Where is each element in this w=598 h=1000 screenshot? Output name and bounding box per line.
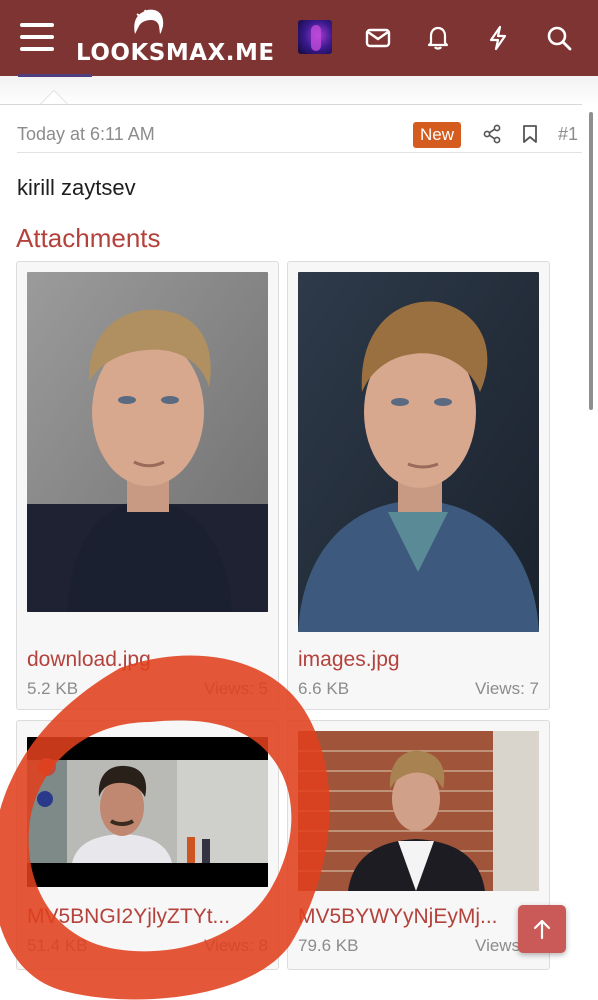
attachment-size: 6.6 KB	[298, 679, 350, 698]
post-body: kirill zaytsev	[17, 175, 136, 200]
share-icon[interactable]	[480, 122, 504, 146]
attachment-thumbnail[interactable]	[27, 272, 268, 612]
scrollbar[interactable]	[589, 112, 593, 410]
post-number[interactable]: #1	[558, 124, 578, 145]
site-name: LOOKSMAX.ME	[76, 40, 275, 66]
attachment-item[interactable]: download.jpg 5.2 KB Views: 5	[16, 261, 279, 710]
attachment-thumbnail[interactable]	[27, 737, 268, 887]
attachment-views: Views: 7	[475, 679, 539, 698]
attachment-item[interactable]: MV5BNGI2YjlyZTYt... 51.4 KB Views: 8	[16, 720, 279, 970]
attachment-thumbnail[interactable]	[298, 272, 539, 632]
attachment-size: 51.4 KB	[27, 936, 88, 955]
header-shadow	[0, 76, 598, 106]
user-banner-line	[18, 74, 92, 77]
logo-hair-icon	[134, 9, 164, 34]
attachment-item[interactable]: MV5BYWYyNjEyMj... 79.6 KB Views: 8	[287, 720, 550, 970]
post-divider	[0, 104, 582, 105]
attachments-heading: Attachments	[16, 223, 161, 253]
attachment-name[interactable]: MV5BNGI2YjlyZTYt...	[27, 905, 270, 929]
attachment-name[interactable]: images.jpg	[298, 648, 541, 672]
message-pointer	[40, 90, 68, 104]
attachment-thumbnail[interactable]	[298, 731, 539, 891]
attachment-item[interactable]: images.jpg 6.6 KB Views: 7	[287, 261, 550, 710]
bell-icon[interactable]	[420, 20, 456, 56]
avatar[interactable]	[298, 20, 332, 54]
menu-icon[interactable]	[20, 23, 54, 53]
scroll-to-top-button[interactable]	[518, 905, 566, 953]
bolt-icon[interactable]	[480, 20, 516, 56]
mail-icon[interactable]	[360, 20, 396, 56]
attachment-views: Views: 5	[204, 679, 268, 698]
site-logo[interactable]: LOOKSMAX.ME	[76, 8, 274, 68]
meta-divider	[17, 152, 582, 153]
attachment-size: 79.6 KB	[298, 936, 359, 955]
app-header: LOOKSMAX.ME	[0, 0, 598, 76]
post-date[interactable]: Today at 6:11 AM	[17, 124, 155, 145]
attachment-size: 5.2 KB	[27, 679, 79, 698]
new-badge: New	[413, 122, 461, 148]
bookmark-icon[interactable]	[518, 122, 542, 146]
search-icon[interactable]	[541, 20, 577, 56]
arrow-up-icon	[533, 919, 551, 940]
attachment-name[interactable]: download.jpg	[27, 648, 270, 672]
attachment-views: Views: 8	[204, 936, 268, 955]
attachment-name[interactable]: MV5BYWYyNjEyMj...	[298, 905, 541, 929]
